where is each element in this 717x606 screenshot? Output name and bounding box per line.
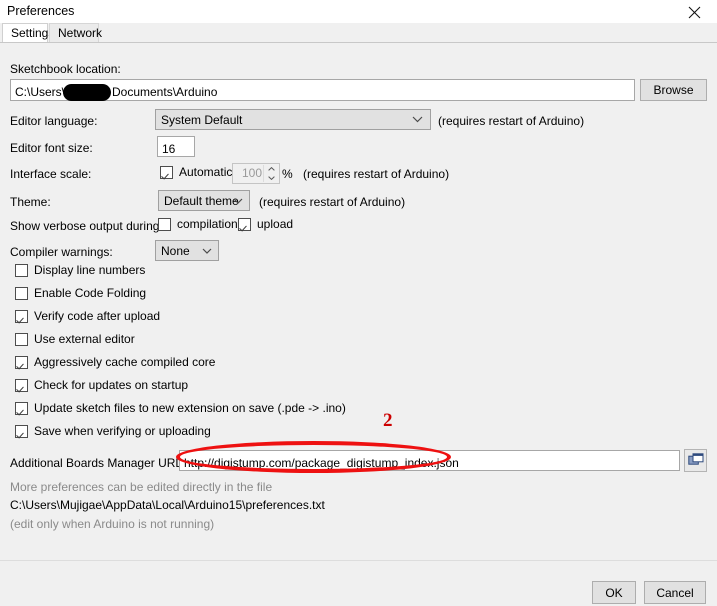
checkbox-box: [15, 378, 28, 392]
checkbox-label: Display line numbers: [34, 263, 146, 277]
verbose-upload-checkbox[interactable]: upload: [238, 217, 293, 231]
tab-strip: Settings Network: [0, 23, 717, 43]
sketchbook-path-prefix: C:\Users\: [15, 85, 66, 99]
checkbox-box: [158, 217, 171, 231]
compiler-warnings-label: Compiler warnings:: [10, 245, 113, 259]
editor-font-size-label: Editor font size:: [10, 141, 93, 155]
editor-font-size-input[interactable]: 16: [157, 136, 195, 157]
chevron-down-icon: [233, 191, 243, 210]
checkbox-box: [15, 424, 28, 438]
checkbox-display-line-numbers[interactable]: Display line numbers: [15, 263, 145, 277]
stepper-buttons[interactable]: [263, 165, 278, 182]
checkbox-box: [15, 286, 28, 300]
chevron-down-icon: [202, 241, 212, 260]
stepper-down-icon[interactable]: [264, 174, 278, 183]
checkbox-box: [15, 332, 28, 346]
compiler-warnings-value: None: [161, 244, 190, 258]
checkbox-label: Verify code after upload: [34, 309, 161, 323]
sketchbook-location-input[interactable]: C:\Users\ Documents\Arduino: [10, 79, 635, 101]
verbose-upload-label: upload: [257, 217, 294, 231]
interface-scale-note: (requires restart of Arduino): [303, 167, 450, 181]
cancel-button-label: Cancel: [656, 585, 694, 600]
preferences-file-path: C:\Users\Mujigae\AppData\Local\Arduino15…: [10, 498, 325, 512]
checkbox-box: [238, 217, 251, 231]
browse-button[interactable]: Browse: [640, 79, 707, 101]
settings-panel: Sketchbook location: C:\Users\ Documents…: [0, 43, 717, 560]
annotation-step-number: 2: [383, 410, 393, 431]
verbose-compilation-label: compilation: [177, 217, 238, 231]
checkbox-label: Update sketch files to new extension on …: [34, 401, 346, 415]
checkbox-label: Use external editor: [34, 332, 135, 346]
tab-network-label: Network: [58, 26, 103, 40]
tab-settings[interactable]: Settings: [2, 23, 54, 43]
checkbox-save-when-verifying-or-uploading[interactable]: Save when verifying or uploading: [15, 424, 211, 438]
checkbox-label: Enable Code Folding: [34, 286, 147, 300]
chevron-down-icon: [412, 110, 423, 129]
checkbox-aggressively-cache-compiled-core[interactable]: Aggressively cache compiled core: [15, 355, 215, 369]
boards-manager-urls-value: http://digistump.com/package_digistump_i…: [184, 456, 459, 470]
dialog-button-bar: OK Cancel: [0, 560, 717, 606]
sketchbook-path-suffix: Documents\Arduino: [112, 85, 218, 99]
interface-scale-value: 100: [241, 166, 262, 180]
checkbox-use-external-editor[interactable]: Use external editor: [15, 332, 135, 346]
boards-manager-urls-input[interactable]: http://digistump.com/package_digistump_i…: [179, 450, 680, 471]
window-title: Preferences: [7, 4, 75, 18]
more-preferences-note: More preferences can be edited directly …: [10, 480, 273, 494]
interface-scale-stepper[interactable]: 100: [232, 163, 280, 184]
theme-value: Default theme: [164, 194, 239, 208]
editor-font-size-value: 16: [162, 142, 176, 156]
redacted-username-block: [63, 84, 111, 101]
theme-select[interactable]: Default theme: [158, 190, 250, 211]
checkbox-label: Save when verifying or uploading: [34, 424, 211, 438]
tab-settings-label: Settings: [11, 26, 55, 40]
checkbox-label: Check for updates on startup: [34, 378, 189, 392]
edit-only-note: (edit only when Arduino is not running): [10, 517, 215, 531]
editor-language-value: System Default: [161, 113, 243, 127]
checkbox-box: [15, 355, 28, 369]
checkbox-check-for-updates-on-startup[interactable]: Check for updates on startup: [15, 378, 188, 392]
theme-note: (requires restart of Arduino): [259, 195, 406, 209]
ok-button[interactable]: OK: [592, 581, 636, 604]
editor-language-note: (requires restart of Arduino): [438, 114, 585, 128]
open-window-icon[interactable]: [684, 449, 707, 472]
sketchbook-location-label: Sketchbook location:: [10, 62, 121, 76]
checkbox-label: Aggressively cache compiled core: [34, 355, 216, 369]
checkbox-box: [15, 401, 28, 415]
theme-label: Theme:: [10, 195, 51, 209]
ok-button-label: OK: [605, 585, 623, 600]
close-icon[interactable]: [672, 0, 717, 24]
verbose-output-label: Show verbose output during:: [10, 219, 163, 233]
checkbox-verify-code-after-upload[interactable]: Verify code after upload: [15, 309, 160, 323]
interface-scale-automatic-label: Automatic: [179, 165, 233, 179]
cancel-button[interactable]: Cancel: [644, 581, 706, 604]
preferences-dialog: Preferences Settings Network Sketchbook …: [0, 0, 717, 606]
compiler-warnings-select[interactable]: None: [155, 240, 219, 261]
checkbox-box: [160, 165, 173, 179]
interface-scale-automatic-checkbox[interactable]: Automatic: [160, 165, 232, 179]
editor-language-select[interactable]: System Default: [155, 109, 431, 130]
checkbox-box: [15, 263, 28, 277]
checkbox-box: [15, 309, 28, 323]
tab-network[interactable]: Network: [49, 23, 103, 43]
verbose-compilation-checkbox[interactable]: compilation: [158, 217, 238, 231]
interface-scale-label: Interface scale:: [10, 167, 92, 181]
browse-button-label: Browse: [653, 83, 694, 97]
title-bar: Preferences: [0, 0, 717, 24]
boards-manager-urls-label: Additional Boards Manager URLs:: [10, 456, 192, 470]
interface-scale-percent: %: [282, 167, 293, 181]
checkbox-update-sketch-files-extension[interactable]: Update sketch files to new extension on …: [15, 401, 346, 415]
editor-language-label: Editor language:: [10, 114, 98, 128]
checkbox-enable-code-folding[interactable]: Enable Code Folding: [15, 286, 146, 300]
stepper-up-icon[interactable]: [264, 165, 278, 174]
